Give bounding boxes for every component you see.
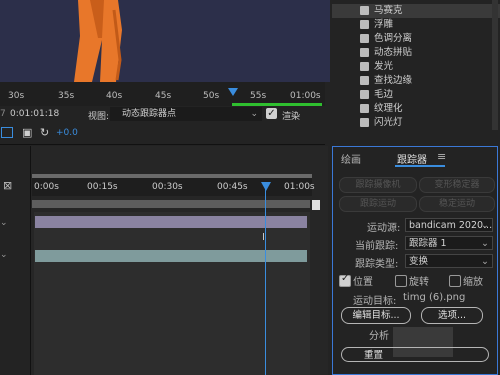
rotation-label: 旋转	[409, 277, 429, 288]
timecode[interactable]: 0:01:01:18	[10, 109, 59, 119]
track-type-label: 跟踪类型:	[355, 259, 399, 270]
motion-source-select[interactable]: bandicam 2020... ⌄	[405, 218, 493, 232]
composition-viewer[interactable]	[0, 0, 330, 82]
viewer-playhead-icon[interactable]	[228, 88, 238, 96]
effect-icon	[360, 104, 369, 113]
current-track-select[interactable]: 跟踪器 1 ⌄	[405, 236, 493, 250]
layer-bar[interactable]	[35, 216, 307, 228]
viewer-toolbar: ▣ ↻ +0.0	[0, 124, 325, 145]
reset-button[interactable]: 重置	[341, 347, 489, 362]
track-motion-button[interactable]: 跟踪运动	[339, 196, 417, 212]
position-label: 位置	[353, 277, 373, 288]
motion-source-label: 运动源:	[367, 223, 401, 234]
layer-area	[34, 212, 310, 375]
effect-icon	[360, 20, 369, 29]
tracker-panel: 绘画 跟踪器 ≡ 跟踪摄像机 变形稳定器 跟踪运动 稳定运动 运动源: band…	[332, 146, 498, 375]
viewer-info-bar: 7 0:01:01:18 视图: 动态跟踪器点 ⌄ ✓ 渲染	[0, 106, 325, 124]
chevron-down-icon: ⌄	[481, 256, 489, 267]
list-item[interactable]: 发光	[332, 60, 500, 74]
effect-icon	[360, 34, 369, 43]
stabilize-motion-button[interactable]: 稳定运动	[419, 196, 495, 212]
ruler-tick: 00:15s	[87, 182, 118, 192]
current-time-indicator[interactable]	[265, 182, 266, 375]
track-type-select[interactable]: 变换 ⌄	[405, 254, 493, 268]
view-label: 视图:	[88, 112, 110, 122]
list-item[interactable]: 马赛克	[332, 4, 500, 18]
list-item[interactable]: 动态拼贴	[332, 46, 500, 60]
scrollbar[interactable]	[492, 0, 498, 130]
exposure-value[interactable]: +0.0	[56, 128, 78, 138]
chevron-down-icon: ⌄	[250, 109, 258, 119]
options-button[interactable]: 选项...	[421, 307, 483, 324]
render-checkbox[interactable]: ✓	[266, 108, 277, 119]
hamburger-menu-icon[interactable]: ≡	[437, 150, 446, 163]
ruler-tick: 01:00s	[284, 182, 315, 192]
layer-collapse-icon[interactable]: ⌄	[0, 218, 8, 228]
ruler-tick: 00:45s	[217, 182, 248, 192]
effect-icon	[360, 62, 369, 71]
snapshot-icon[interactable]: ▣	[22, 126, 32, 139]
list-item[interactable]: 毛边	[332, 88, 500, 102]
playhead-icon[interactable]	[261, 182, 271, 191]
ruler-tick: 00:30s	[152, 182, 183, 192]
ruler-tick: 45s	[155, 91, 172, 101]
viewer-timeline-ruler[interactable]: 30s 35s 40s 45s 50s 55s 01:00s	[0, 82, 325, 106]
warp-stabilizer-button[interactable]: 变形稳定器	[419, 177, 495, 193]
list-item[interactable]: 查找边缘	[332, 74, 500, 88]
render-label: 渲染	[282, 112, 301, 122]
ruler-tick: 01:00s	[290, 91, 321, 101]
scale-label: 缩放	[463, 277, 483, 288]
layer-controls-column: ⊠ ⌄ ⌄	[0, 146, 31, 375]
composition-navigator-icon[interactable]: ⊠	[3, 179, 12, 192]
timeline-panel: ⊠ ⌄ ⌄ 0:00s 00:15s 00:30s 00:45s 01:00s …	[0, 146, 328, 375]
ruler-tick: 50s	[203, 91, 220, 101]
scale-checkbox[interactable]	[449, 275, 461, 287]
effect-icon	[360, 90, 369, 99]
effect-icon	[360, 76, 369, 85]
tab-tracker[interactable]: 跟踪器	[397, 151, 427, 166]
current-track-label: 当前跟踪:	[355, 241, 399, 252]
list-item[interactable]: 色调分离	[332, 32, 500, 46]
effect-icon	[360, 48, 369, 57]
tab-paint[interactable]: 绘画	[341, 151, 361, 166]
chevron-down-icon: ⌄	[481, 220, 489, 231]
effect-icon	[360, 6, 369, 15]
list-item[interactable]: 纹理化	[332, 102, 500, 116]
rotation-checkbox[interactable]	[395, 275, 407, 287]
region-of-interest-icon[interactable]	[1, 127, 13, 138]
view-select[interactable]: 动态跟踪器点 ⌄	[110, 107, 262, 121]
active-tab-indicator	[395, 165, 445, 167]
chevron-down-icon: ⌄	[481, 238, 489, 249]
analyze-label: 分析	[369, 331, 389, 342]
layer-collapse-icon[interactable]: ⌄	[0, 250, 8, 260]
list-item[interactable]: 闪光灯	[332, 116, 500, 130]
layer-bar[interactable]	[35, 250, 307, 262]
effect-icon	[360, 118, 369, 127]
ruler-tick: 30s	[8, 91, 25, 101]
effects-list: 马赛克 浮雕 色调分离 动态拼贴 发光 查找边缘 毛边 纹理化 闪光灯	[332, 0, 500, 136]
figure-image	[74, 0, 122, 82]
ruler-tick: 55s	[250, 91, 267, 101]
reset-exposure-icon[interactable]: ↻	[40, 126, 49, 139]
ruler-tick: 0:00s	[34, 182, 59, 192]
motion-target-value: timg (6).png	[403, 292, 466, 303]
track-camera-button[interactable]: 跟踪摄像机	[339, 177, 417, 193]
edit-target-button[interactable]: 编辑目标...	[341, 307, 411, 324]
work-area-bar[interactable]	[32, 200, 310, 208]
ruler-tick: 40s	[106, 91, 123, 101]
motion-target-label: 运动目标:	[353, 296, 397, 307]
work-area-top-bar[interactable]	[32, 174, 312, 178]
position-checkbox[interactable]	[339, 273, 351, 287]
work-area-end-handle[interactable]	[312, 200, 320, 210]
list-item[interactable]: 浮雕	[332, 18, 500, 32]
ruler-tick: 35s	[58, 91, 75, 101]
